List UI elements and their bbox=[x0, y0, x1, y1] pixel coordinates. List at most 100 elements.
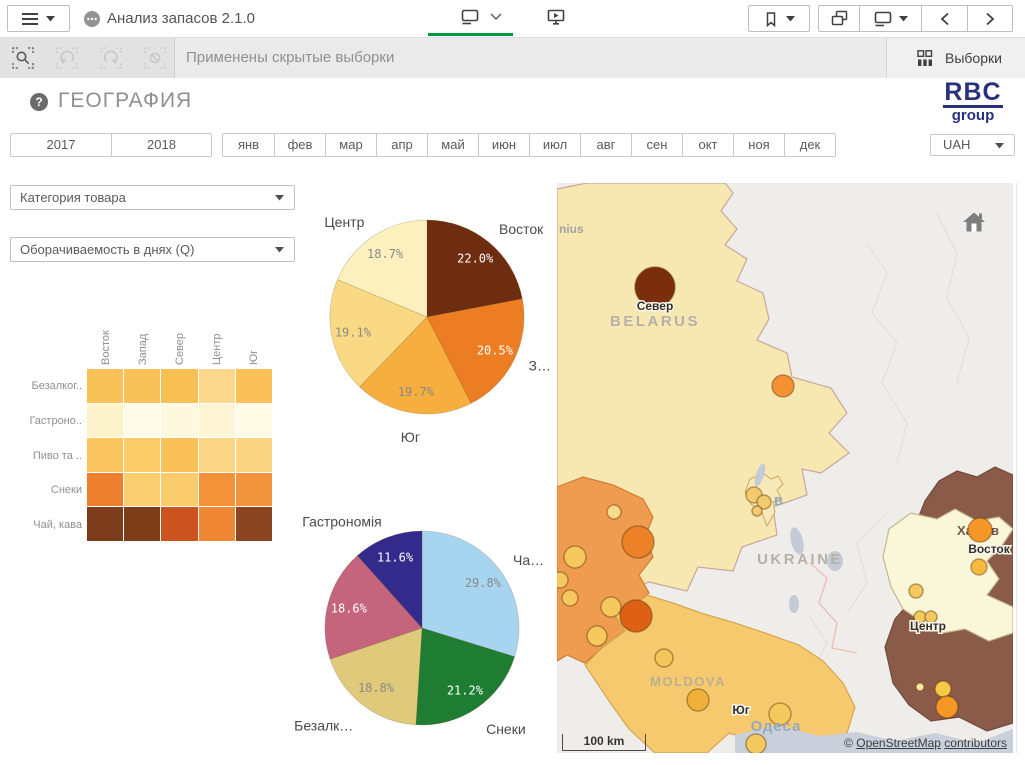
sheet-list-button[interactable] bbox=[859, 6, 921, 31]
pie-percent-label: 21.2% bbox=[447, 683, 484, 697]
map-bubble[interactable] bbox=[587, 626, 607, 646]
pie-outer-label-Центр: Центр bbox=[324, 214, 364, 230]
month-filter-янв[interactable]: янв bbox=[223, 134, 274, 156]
map-bubble[interactable] bbox=[971, 559, 987, 575]
map-label-UKRAINE: UKRAINE bbox=[757, 551, 843, 568]
map-bubble[interactable] bbox=[909, 584, 923, 598]
osm-link[interactable]: OpenStreetMap bbox=[856, 736, 941, 750]
heatmap-cell-Север-Снеки[interactable] bbox=[161, 473, 197, 507]
heatmap-cell-Центр-Снеки[interactable] bbox=[199, 473, 235, 507]
map-bubble[interactable] bbox=[752, 506, 762, 516]
year-filter-2017[interactable]: 2017 bbox=[11, 134, 111, 156]
map-bubble[interactable] bbox=[916, 683, 924, 691]
contributors-link[interactable]: contributors bbox=[944, 736, 1007, 750]
month-filter-окт[interactable]: окт bbox=[682, 134, 733, 156]
map-bubble[interactable] bbox=[968, 518, 992, 542]
help-icon[interactable]: ? bbox=[30, 93, 48, 111]
heatmap-cell-Восток-Пиво та ..[interactable] bbox=[87, 438, 123, 472]
heatmap-cell-Север-Безалког..[interactable] bbox=[161, 369, 197, 403]
month-filter-июл[interactable]: июл bbox=[529, 134, 580, 156]
map-label-в: в bbox=[774, 492, 784, 509]
next-sheet-button[interactable] bbox=[967, 6, 1012, 31]
currency-select[interactable]: UAH bbox=[930, 134, 1015, 156]
heatmap-cell-Север-Пиво та ..[interactable] bbox=[161, 438, 197, 472]
geo-map[interactable]: Харківв niusСеверBELARUSUKRAINEMOLDOVAОд… bbox=[557, 183, 1013, 753]
map-label-nius: nius bbox=[559, 222, 584, 236]
pie-percent-label: 18.8% bbox=[358, 681, 395, 695]
map-bubble[interactable] bbox=[687, 689, 709, 711]
heatmap-cell-Восток-Гастроно..[interactable] bbox=[87, 404, 123, 438]
month-filter-апр[interactable]: апр bbox=[376, 134, 427, 156]
heatmap-col-label-Запад: Запад bbox=[137, 334, 149, 365]
caret-down-icon bbox=[275, 195, 285, 202]
map-bubble[interactable] bbox=[620, 600, 652, 632]
month-filter-фев[interactable]: фев bbox=[274, 134, 325, 156]
grid-icon bbox=[917, 50, 933, 66]
month-filter-май[interactable]: май bbox=[427, 134, 478, 156]
heatmap-cell-Центр-Безалког..[interactable] bbox=[199, 369, 235, 403]
map-bubble[interactable] bbox=[562, 590, 578, 606]
heatmap-cell-Запад-Пиво та ..[interactable] bbox=[124, 438, 160, 472]
turnover-dropdown-label: Оборачиваемость в днях (Q) bbox=[20, 242, 194, 257]
map-attribution: © OpenStreetMap contributors bbox=[844, 736, 1007, 750]
heatmap-cell-Центр-Чай, кава[interactable] bbox=[199, 507, 235, 541]
heatmap-cell-Юг-Снеки[interactable] bbox=[236, 473, 272, 507]
map-label-Центр: Центр bbox=[910, 619, 946, 633]
heatmap-cell-Центр-Пиво та ..[interactable] bbox=[199, 438, 235, 472]
pie-outer-label-Юг: Юг bbox=[401, 429, 420, 445]
map-bubble[interactable] bbox=[564, 546, 586, 568]
heatmap-cell-Восток-Чай, кава[interactable] bbox=[87, 507, 123, 541]
month-filter-мар[interactable]: мар bbox=[325, 134, 376, 156]
smart-search-button[interactable] bbox=[12, 47, 34, 69]
duplicate-sheet-button[interactable] bbox=[819, 6, 859, 31]
redo-selection-button[interactable] bbox=[100, 47, 122, 69]
year-filter-2018[interactable]: 2018 bbox=[111, 134, 211, 156]
heatmap-col-label-Юг: Юг bbox=[248, 350, 260, 365]
map-bubble[interactable] bbox=[557, 572, 568, 588]
heatmap-cell-Юг-Чай, кава[interactable] bbox=[236, 507, 272, 541]
heatmap-cell-Запад-Безалког..[interactable] bbox=[124, 369, 160, 403]
selections-tool-toggle[interactable]: Выборки bbox=[886, 38, 1025, 78]
menu-button[interactable] bbox=[7, 5, 70, 32]
map-scale: 100 km bbox=[562, 734, 646, 751]
map-bubble[interactable] bbox=[935, 681, 951, 697]
heatmap-cell-Запад-Чай, кава[interactable] bbox=[124, 507, 160, 541]
month-filter-дек[interactable]: дек bbox=[784, 134, 835, 156]
bookmark-button[interactable] bbox=[748, 5, 810, 32]
month-filter-сен[interactable]: сен bbox=[631, 134, 682, 156]
month-filter-июн[interactable]: июн bbox=[478, 134, 529, 156]
region-pie-chart: 22.0%Восток20.5%З…19.7%Юг19.1%18.7%Центр bbox=[302, 182, 552, 452]
chevron-right-icon bbox=[983, 11, 997, 27]
heatmap-cell-Север-Гастроно..[interactable] bbox=[161, 404, 197, 438]
heatmap-cell-Восток-Снеки[interactable] bbox=[87, 473, 123, 507]
pie-outer-label-Гастрономія: Гастрономія bbox=[302, 513, 381, 529]
tab-stories[interactable] bbox=[546, 7, 566, 27]
prev-sheet-button[interactable] bbox=[921, 6, 967, 31]
heatmap-cell-Восток-Безалког..[interactable] bbox=[87, 369, 123, 403]
map-bubble[interactable] bbox=[936, 696, 958, 718]
heatmap-cell-Юг-Гастроно..[interactable] bbox=[236, 404, 272, 438]
map-bubble[interactable] bbox=[772, 375, 794, 397]
tab-sheets[interactable] bbox=[460, 7, 502, 27]
heatmap-cell-Юг-Пиво та ..[interactable] bbox=[236, 438, 272, 472]
map-bubble[interactable] bbox=[746, 734, 766, 753]
month-filter-авг[interactable]: авг bbox=[580, 134, 631, 156]
map-bubble[interactable] bbox=[607, 505, 621, 519]
heatmap-row-label: Безалког.. bbox=[0, 380, 82, 392]
heatmap-cell-Запад-Гастроно..[interactable] bbox=[124, 404, 160, 438]
heatmap-cell-Запад-Снеки[interactable] bbox=[124, 473, 160, 507]
turnover-dropdown[interactable]: Оборачиваемость в днях (Q) bbox=[10, 237, 295, 262]
heatmap-cell-Центр-Гастроно..[interactable] bbox=[199, 404, 235, 438]
heatmap-cell-Север-Чай, кава[interactable] bbox=[161, 507, 197, 541]
heatmap-row-label: Снеки bbox=[0, 484, 82, 496]
map-bubble[interactable] bbox=[601, 597, 621, 617]
undo-selection-button[interactable] bbox=[56, 47, 78, 69]
clear-selections-button[interactable] bbox=[144, 47, 166, 69]
heatmap-cell-Юг-Безалког..[interactable] bbox=[236, 369, 272, 403]
map-bubble[interactable] bbox=[655, 649, 673, 667]
category-dropdown[interactable]: Категория товара bbox=[10, 185, 295, 210]
month-filter-ноя[interactable]: ноя bbox=[733, 134, 784, 156]
map-label-Север: Север bbox=[637, 299, 674, 313]
map-bubble[interactable] bbox=[622, 526, 654, 558]
home-button[interactable] bbox=[961, 209, 987, 235]
